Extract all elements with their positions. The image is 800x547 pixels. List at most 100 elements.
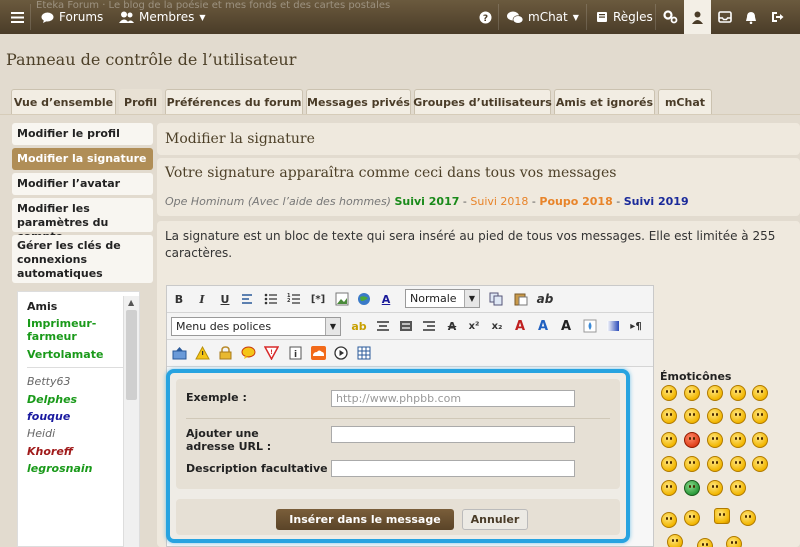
smiley-icon[interactable] — [661, 456, 677, 472]
nav-members[interactable]: Membres ▼ — [119, 0, 206, 34]
subscript-icon[interactable]: x₂ — [489, 318, 505, 334]
smiley-icon[interactable] — [752, 385, 768, 401]
menu-hamburger-icon[interactable] — [11, 0, 24, 34]
paragraph-icon[interactable]: ▸¶ — [628, 318, 644, 334]
info-icon[interactable]: i — [287, 345, 303, 361]
sick-smiley-icon[interactable] — [684, 480, 700, 496]
copy-icon[interactable] — [488, 291, 504, 307]
strikethrough-icon[interactable]: A — [444, 318, 460, 334]
align-justify-icon[interactable] — [398, 318, 414, 334]
friend-offline[interactable]: Heidi — [27, 427, 55, 440]
smiley-icon[interactable] — [730, 408, 746, 424]
align-center-icon[interactable] — [375, 318, 391, 334]
description-field[interactable] — [331, 460, 575, 477]
smiley-icon[interactable] — [752, 432, 768, 448]
tab-profile[interactable]: Profil — [119, 89, 162, 115]
inbox-icon[interactable] — [718, 0, 732, 34]
smiley-icon[interactable] — [667, 534, 683, 547]
text-shadow-icon[interactable]: A — [535, 318, 551, 334]
nav-mchat[interactable]: mChat ▼ — [507, 0, 579, 34]
list-item-icon[interactable]: [*] — [310, 291, 326, 307]
lock-icon[interactable] — [217, 345, 233, 361]
nav-forums[interactable]: Forums — [41, 0, 103, 34]
smiley-icon[interactable] — [730, 385, 746, 401]
smiley-icon[interactable] — [752, 456, 768, 472]
smiley-icon[interactable] — [684, 408, 700, 424]
smiley-icon[interactable] — [707, 408, 723, 424]
smiley-icon[interactable] — [707, 385, 723, 401]
smiley-icon[interactable] — [730, 432, 746, 448]
paste-icon[interactable] — [513, 291, 529, 307]
font-size-select[interactable]: Normale ▼ — [405, 289, 480, 308]
smiley-icon[interactable] — [707, 456, 723, 472]
smiley-icon[interactable] — [707, 432, 723, 448]
remove-format-button[interactable]: ab — [537, 291, 554, 307]
smiley-icon[interactable] — [684, 385, 700, 401]
tab-user-groups[interactable]: Groupes d’utilisateurs — [413, 89, 552, 115]
drop-icon[interactable] — [582, 318, 598, 334]
text-color-icon[interactable]: A — [378, 291, 394, 307]
bullet-list-icon[interactable] — [263, 291, 279, 307]
speech-balloon-icon[interactable] — [240, 345, 256, 361]
reading-smiley-icon[interactable] — [714, 508, 730, 524]
smiley-icon[interactable] — [661, 432, 677, 448]
menu-manage-autologin-keys[interactable]: Gérer les clés de connexions automatique… — [12, 235, 153, 283]
tab-mchat[interactable]: mChat — [658, 89, 712, 115]
menu-edit-avatar[interactable]: Modifier l’avatar — [12, 173, 153, 195]
image-icon[interactable] — [334, 291, 350, 307]
friend-online[interactable]: Imprimeur-farmeur — [27, 317, 117, 343]
friend-offline[interactable]: Delphes — [27, 393, 77, 406]
font-family-select[interactable]: Menu des polices ▼ — [171, 317, 341, 336]
sig-link[interactable]: Suivi 2018 — [470, 195, 528, 208]
underline-button[interactable]: U — [217, 291, 233, 307]
tab-private-messages[interactable]: Messages privés — [306, 89, 411, 115]
insert-button[interactable]: Insérer dans le message — [276, 509, 454, 530]
link-globe-icon[interactable] — [356, 291, 372, 307]
smiley-icon[interactable] — [684, 510, 700, 526]
smiley-icon[interactable] — [730, 480, 746, 496]
smiley-icon[interactable] — [661, 408, 677, 424]
align-right-icon[interactable] — [421, 318, 437, 334]
tab-friends-foes[interactable]: Amis et ignorés — [554, 89, 655, 115]
logout-icon[interactable] — [771, 0, 784, 34]
smiley-icon[interactable] — [684, 456, 700, 472]
sig-link[interactable]: Suivi 2017 — [394, 195, 459, 208]
scroll-up-icon[interactable]: ▲ — [128, 298, 134, 307]
smiley-icon[interactable] — [661, 512, 677, 528]
sig-link[interactable]: Poupo 2018 — [539, 195, 612, 208]
table-icon[interactable] — [356, 345, 372, 361]
angry-smiley-icon[interactable] — [684, 432, 700, 448]
italic-button[interactable]: I — [194, 291, 210, 307]
smiley-icon[interactable] — [740, 510, 756, 526]
gradient-icon[interactable] — [605, 318, 621, 334]
tab-forum-preferences[interactable]: Préférences du forum — [165, 89, 303, 115]
upload-icon[interactable] — [171, 345, 187, 361]
tab-overview[interactable]: Vue d’ensemble — [11, 89, 116, 115]
play-icon[interactable] — [333, 345, 349, 361]
highlight-icon[interactable]: ab — [351, 318, 367, 334]
menu-edit-signature[interactable]: Modifier la signature — [12, 148, 153, 170]
smiley-icon[interactable] — [707, 480, 723, 496]
cancel-button[interactable]: Annuler — [462, 509, 528, 530]
friend-offline[interactable]: legrosnain — [27, 462, 93, 475]
smiley-icon[interactable] — [661, 480, 677, 496]
settings-icon[interactable] — [663, 0, 678, 34]
url-field[interactable] — [331, 426, 575, 443]
friends-scrollbar[interactable]: ▲ — [123, 296, 139, 547]
friend-online[interactable]: Vertolamate — [27, 348, 103, 361]
smiley-icon[interactable] — [752, 408, 768, 424]
friend-offline[interactable]: Khoreff — [27, 445, 73, 458]
help-icon[interactable]: ? — [479, 0, 492, 34]
numbered-list-icon[interactable]: 12 — [286, 291, 302, 307]
sig-link[interactable]: Suivi 2019 — [624, 195, 689, 208]
text-outline-icon[interactable]: A — [558, 318, 574, 334]
smiley-icon[interactable] — [730, 456, 746, 472]
soundcloud-icon[interactable] — [310, 345, 326, 361]
superscript-icon[interactable]: x² — [466, 318, 482, 334]
alert-triangle-icon[interactable]: ! — [263, 345, 279, 361]
text-glow-icon[interactable]: A — [512, 318, 528, 334]
bold-button[interactable]: B — [171, 291, 187, 307]
menu-edit-profile[interactable]: Modifier le profil — [12, 123, 153, 145]
smiley-icon[interactable] — [697, 538, 713, 547]
nav-rules[interactable]: Règles — [596, 0, 653, 34]
